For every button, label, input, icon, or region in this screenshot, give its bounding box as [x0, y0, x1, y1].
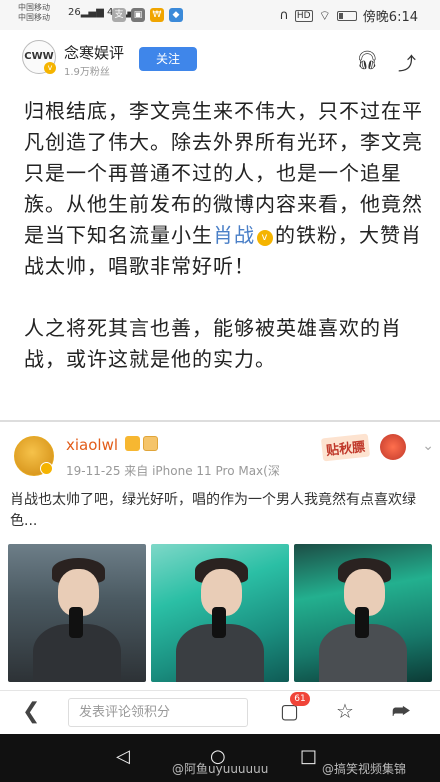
embed-text: 肖战也太帅了吧，绿光好听，唱的作为一个男人我竟然有点喜欢绿色...	[10, 492, 416, 529]
photo-grid	[8, 544, 432, 682]
headset-icon: ∩	[279, 8, 289, 23]
comment-count-badge: 61	[290, 692, 310, 706]
sticker-text: 贴秋膘	[320, 433, 371, 462]
embed-meta: 19-11-25 来自 iPhone 11 Pro Max(深	[66, 464, 280, 478]
article-paragraph: 归根结底，李文亮生来不伟大，只不过在平凡创造了伟大。除去外界所有光环，李文亮只是…	[24, 96, 424, 282]
embed-username: xiaolwl	[66, 436, 119, 454]
microphone-icon	[68, 607, 83, 638]
wifi-icon: ⌔	[318, 8, 331, 24]
headphones-icon[interactable]: 🎧︎	[356, 50, 379, 71]
sticker-bubble-icon	[380, 434, 406, 460]
account-name[interactable]: 念寒娱评	[64, 42, 124, 63]
app-icon: 支	[112, 8, 126, 22]
app-icon: ◆	[169, 8, 183, 22]
share-icon[interactable]: ⤴	[398, 50, 416, 76]
microphone-icon	[211, 607, 226, 638]
photo	[8, 544, 146, 682]
embedded-post: xiaolwl 19-11-25 来自 iPhone 11 Pro Max(深 …	[0, 420, 440, 690]
topic-link[interactable]: 肖战	[213, 223, 255, 247]
notification-icons: 支 ▣ ₩ ◆	[112, 8, 183, 22]
like-icon[interactable]: ☆	[336, 699, 354, 723]
carrier-2: 中国移动	[18, 13, 50, 22]
verified-badge-icon: v	[44, 62, 56, 74]
member-badge-icon	[125, 436, 140, 451]
chevron-down-icon: ⌄	[422, 438, 434, 454]
action-bar: ❮ 发表评论领积分 ▢ 61 ☆ ⮫	[0, 690, 440, 734]
article-paragraph: 人之将死其言也善，能够被英雄喜欢的肖战，或许这就是他的实力。	[24, 316, 402, 371]
nav-recents-icon[interactable]: □	[300, 746, 317, 767]
status-right: ∩ HD ⌔ 傍晚6:14	[279, 6, 418, 25]
watermark-right: @搞笑视频集锦	[322, 762, 407, 776]
watermark-left: @阿鱼uyuuuuuu	[172, 762, 269, 776]
follow-button[interactable]: 关注	[139, 47, 197, 71]
article-body: 归根结底，李文亮生来不伟大，只不过在平凡创造了伟大。除去外界所有光环，李文亮只是…	[24, 96, 424, 406]
microphone-icon	[354, 607, 369, 638]
fans-count: 1.9万粉丝	[64, 67, 110, 78]
back-arrow-icon[interactable]: ❮	[22, 699, 40, 724]
app-icon: ₩	[150, 8, 164, 22]
share-icon[interactable]: ⮫	[392, 699, 411, 723]
clock: 傍晚6:14	[362, 10, 418, 25]
carrier-1: 中国移动	[18, 3, 50, 12]
level-badge-icon	[143, 436, 158, 451]
verified-badge-icon: v	[257, 230, 273, 246]
account-header: CWW v 念寒娱评 1.9万粉丝 关注 🎧︎ ⤴	[0, 30, 440, 82]
carrier-info: 中国移动 中国移动	[18, 3, 50, 23]
nav-back-icon[interactable]: ◁	[116, 746, 130, 767]
verified-badge-icon	[40, 462, 53, 475]
user-badges	[125, 436, 158, 451]
photo	[151, 544, 289, 682]
photo	[294, 544, 432, 682]
net-1: 26	[68, 7, 81, 18]
sticker: 贴秋膘	[318, 432, 416, 472]
hd-label: HD	[294, 9, 313, 22]
app-icon: ▣	[131, 8, 145, 22]
comment-input[interactable]: 发表评论领积分	[68, 698, 248, 727]
battery-icon	[336, 10, 357, 21]
status-bar: 中国移动 中国移动 26▂▄▆ 46▂▄▆ 支 ▣ ₩ ◆ ∩ HD ⌔ 傍晚6…	[0, 0, 440, 30]
